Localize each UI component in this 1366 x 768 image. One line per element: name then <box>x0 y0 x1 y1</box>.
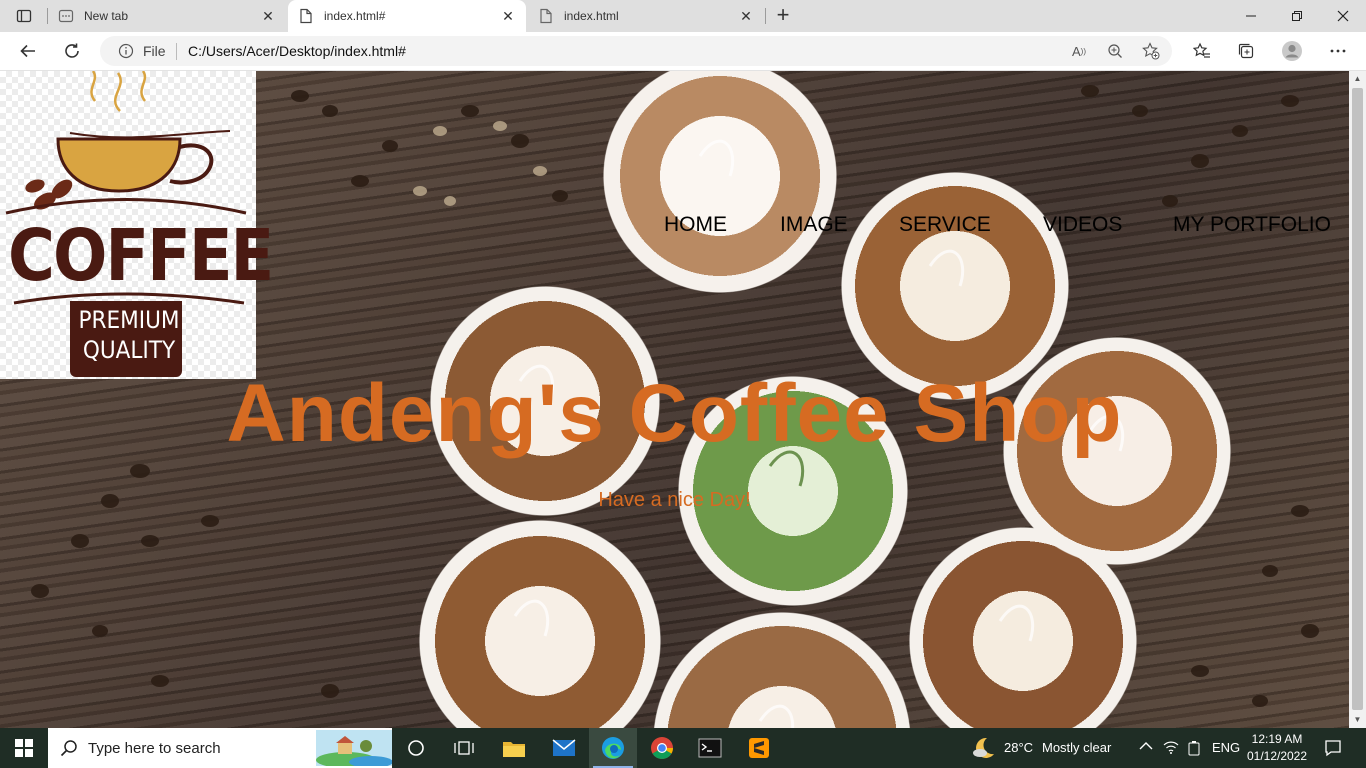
nav-image[interactable]: IMAGE <box>780 213 848 237</box>
page-subtitle: Have a nice Day! <box>598 489 751 511</box>
terminal-icon[interactable] <box>686 728 734 768</box>
close-window-icon[interactable] <box>1320 0 1366 32</box>
search-placeholder: Type here to search <box>88 740 221 757</box>
tab-close-icon[interactable]: ✕ <box>500 8 516 24</box>
logo-line-1: PREMIUM <box>78 306 180 334</box>
weather-moon-icon[interactable] <box>962 728 1006 768</box>
page-scrollbar[interactable]: ▲ ▼ <box>1349 71 1366 728</box>
mail-icon[interactable] <box>540 728 588 768</box>
file-icon <box>298 8 314 24</box>
windows-taskbar: Type here to search 28°C Mostly clear EN… <box>0 728 1366 768</box>
search-highlight-art-icon <box>316 730 392 766</box>
minimize-icon[interactable] <box>1228 0 1274 32</box>
favorites-icon[interactable] <box>1187 37 1217 65</box>
search-icon <box>60 739 78 762</box>
wifi-icon[interactable] <box>1163 740 1179 757</box>
clock-time: 12:19 AM <box>1251 732 1303 746</box>
file-explorer-icon[interactable] <box>490 728 538 768</box>
weather-condition[interactable]: Mostly clear <box>1042 740 1111 755</box>
weather-temperature[interactable]: 28°C <box>1004 740 1033 755</box>
cortana-icon[interactable] <box>392 728 440 768</box>
tab-strip: New tab ✕ index.html# ✕ index.html ✕ + <box>0 0 1366 32</box>
tab-title: index.html <box>564 9 619 23</box>
refresh-icon[interactable] <box>57 37 87 65</box>
browser-toolbar: File C:/Users/Acer/Desktop/index.html# A… <box>0 32 1366 71</box>
tab-title: New tab <box>84 9 129 23</box>
file-icon <box>538 8 554 24</box>
nav-my-portfolio[interactable]: MY PORTFOLIO <box>1173 213 1331 237</box>
read-aloud-icon[interactable]: A)) <box>1068 41 1090 61</box>
main-nav: HOME IMAGE SERVICE VIDEOS MY PORTFOLIO <box>0 213 1349 243</box>
restore-icon[interactable] <box>1274 0 1320 32</box>
taskbar-search-box[interactable]: Type here to search <box>48 728 392 768</box>
back-icon[interactable] <box>13 37 43 65</box>
info-icon[interactable] <box>118 43 134 64</box>
logo-badge: PREMIUM QUALITY <box>76 301 182 377</box>
tab-actions-icon[interactable] <box>10 5 38 27</box>
show-hidden-icons-chevron-icon[interactable] <box>1139 739 1153 754</box>
scheme-label: File <box>143 43 166 59</box>
chrome-icon[interactable] <box>638 728 686 768</box>
scroll-up-arrow-icon[interactable]: ▲ <box>1349 71 1366 87</box>
more-menu-icon[interactable] <box>1323 37 1353 65</box>
collections-icon[interactable] <box>1231 37 1261 65</box>
clock-date: 01/12/2022 <box>1246 749 1308 763</box>
scroll-thumb[interactable] <box>1352 88 1363 710</box>
new-tab-button[interactable]: + <box>770 4 796 28</box>
tab-index[interactable]: index.html ✕ <box>528 0 764 32</box>
add-favorite-icon[interactable] <box>1140 41 1162 61</box>
tab-title: index.html# <box>324 9 386 23</box>
page-viewport: COFFEE PREMIUM QUALITY HOME IMAGE SERVIC… <box>0 71 1349 728</box>
tab-new-tab[interactable]: New tab ✕ <box>48 0 286 32</box>
scroll-down-arrow-icon[interactable]: ▼ <box>1349 712 1366 728</box>
tab-close-icon[interactable]: ✕ <box>738 8 754 24</box>
edge-browser-icon[interactable] <box>589 728 637 768</box>
address-bar[interactable]: File C:/Users/Acer/Desktop/index.html# A… <box>100 36 1172 66</box>
system-clock[interactable]: 12:19 AM 01/12/2022 <box>1244 731 1310 765</box>
url-text[interactable]: C:/Users/Acer/Desktop/index.html# <box>188 43 406 59</box>
battery-icon[interactable] <box>1187 740 1201 759</box>
tab-close-icon[interactable]: ✕ <box>260 8 276 24</box>
nav-videos[interactable]: VIDEOS <box>1043 213 1122 237</box>
notifications-icon[interactable] <box>1312 728 1354 768</box>
task-view-icon[interactable] <box>440 728 488 768</box>
windows-start-icon[interactable] <box>0 728 48 768</box>
tab-separator <box>765 8 766 24</box>
zoom-icon[interactable] <box>1104 41 1126 61</box>
profile-avatar-icon[interactable] <box>1277 37 1307 65</box>
new-tab-page-icon <box>58 8 74 24</box>
address-divider <box>176 43 177 60</box>
nav-home[interactable]: HOME <box>664 213 727 237</box>
page-title: Andeng's Coffee Shop <box>226 368 1123 459</box>
sublime-text-icon[interactable] <box>735 728 783 768</box>
nav-service[interactable]: SERVICE <box>899 213 991 237</box>
logo-line-2: QUALITY <box>82 336 176 364</box>
tab-index-active[interactable]: index.html# ✕ <box>288 0 526 32</box>
language-indicator[interactable]: ENG <box>1212 740 1240 755</box>
